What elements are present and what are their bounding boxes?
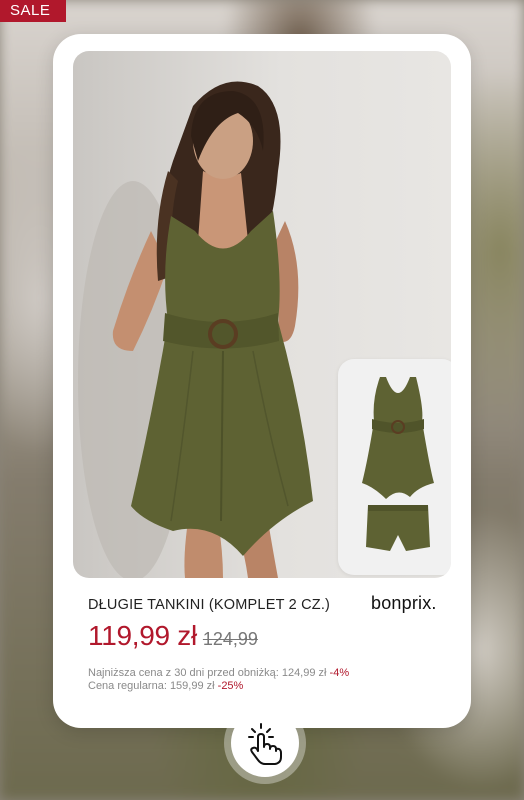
lowest-price-label: Najniższa cena z 30 dni przed obniżką: 1… — [88, 667, 327, 679]
product-photo[interactable] — [73, 51, 451, 578]
product-thumbnail[interactable] — [338, 359, 451, 575]
regular-price-discount: -25% — [217, 680, 244, 692]
price-row: 119,99 zł 124,99 — [88, 620, 258, 652]
product-flat-illustration — [362, 377, 434, 551]
sale-badge: SALE — [0, 0, 66, 22]
brand-logo: bonprix. — [371, 593, 437, 613]
lowest-price-discount: -4% — [329, 667, 350, 679]
old-price: 124,99 — [202, 629, 258, 649]
regular-price-info: Cena regularna: 159,99 zł -25% — [88, 680, 243, 692]
tap-button[interactable] — [231, 709, 299, 777]
product-name[interactable]: DŁUGIE TANKINI (KOMPLET 2 CZ.) — [88, 597, 330, 613]
product-card[interactable]: DŁUGIE TANKINI (KOMPLET 2 CZ.) bonprix. … — [53, 34, 471, 728]
current-price: 119,99 zł — [88, 620, 197, 651]
regular-price-label: Cena regularna: 159,99 zł — [88, 680, 215, 692]
hand-tap-icon — [248, 723, 282, 765]
lowest-price-info: Najniższa cena z 30 dni przed obniżką: 1… — [88, 667, 349, 679]
